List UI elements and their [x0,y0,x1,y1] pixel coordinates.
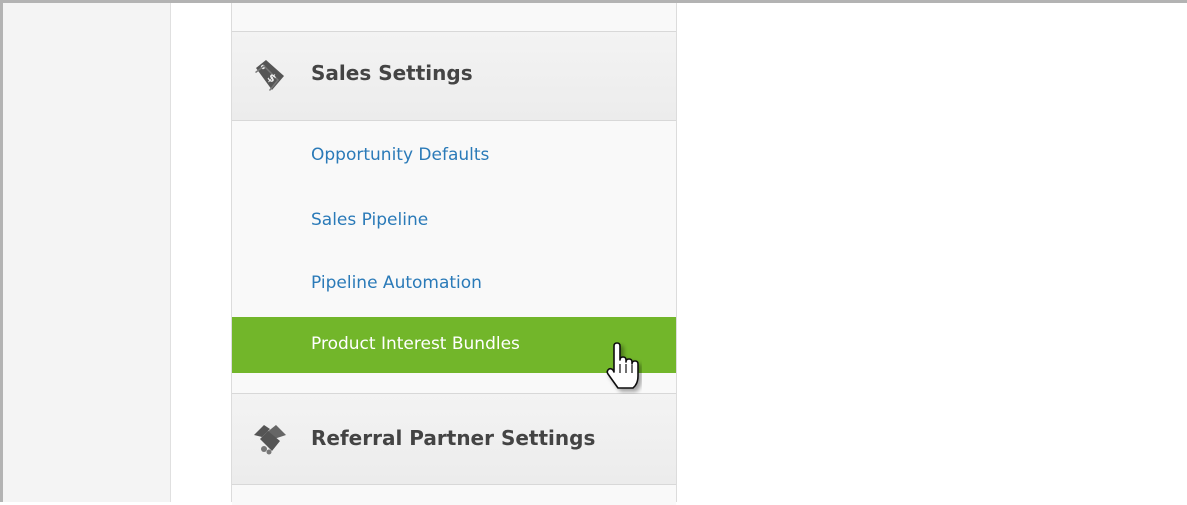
nav-item-label: Pipeline Automation [311,273,482,293]
handshake-icon [252,421,288,457]
nav-item-label: Opportunity Defaults [311,145,490,165]
hand-pointer-cursor-icon [602,342,642,394]
left-gutter [3,3,171,502]
nav-item-pipeline-automation[interactable]: Pipeline Automation [232,256,676,312]
section-title: Sales Settings [311,61,473,85]
settings-nav-panel: $ Sales Settings Opportunity Defaults Sa… [231,3,677,505]
section-header-sales-settings[interactable]: $ Sales Settings [232,31,676,121]
nav-item-label: Sales Pipeline [311,210,429,230]
section-title: Referral Partner Settings [311,426,596,450]
section-header-referral-partner-settings[interactable]: Referral Partner Settings [232,393,676,485]
next-section-edge [232,485,676,505]
nav-item-sales-pipeline[interactable]: Sales Pipeline [232,193,676,249]
nav-item-opportunity-defaults[interactable]: Opportunity Defaults [232,128,676,184]
nav-item-label: Product Interest Bundles [311,334,520,354]
price-tag-icon: $ [252,58,288,94]
